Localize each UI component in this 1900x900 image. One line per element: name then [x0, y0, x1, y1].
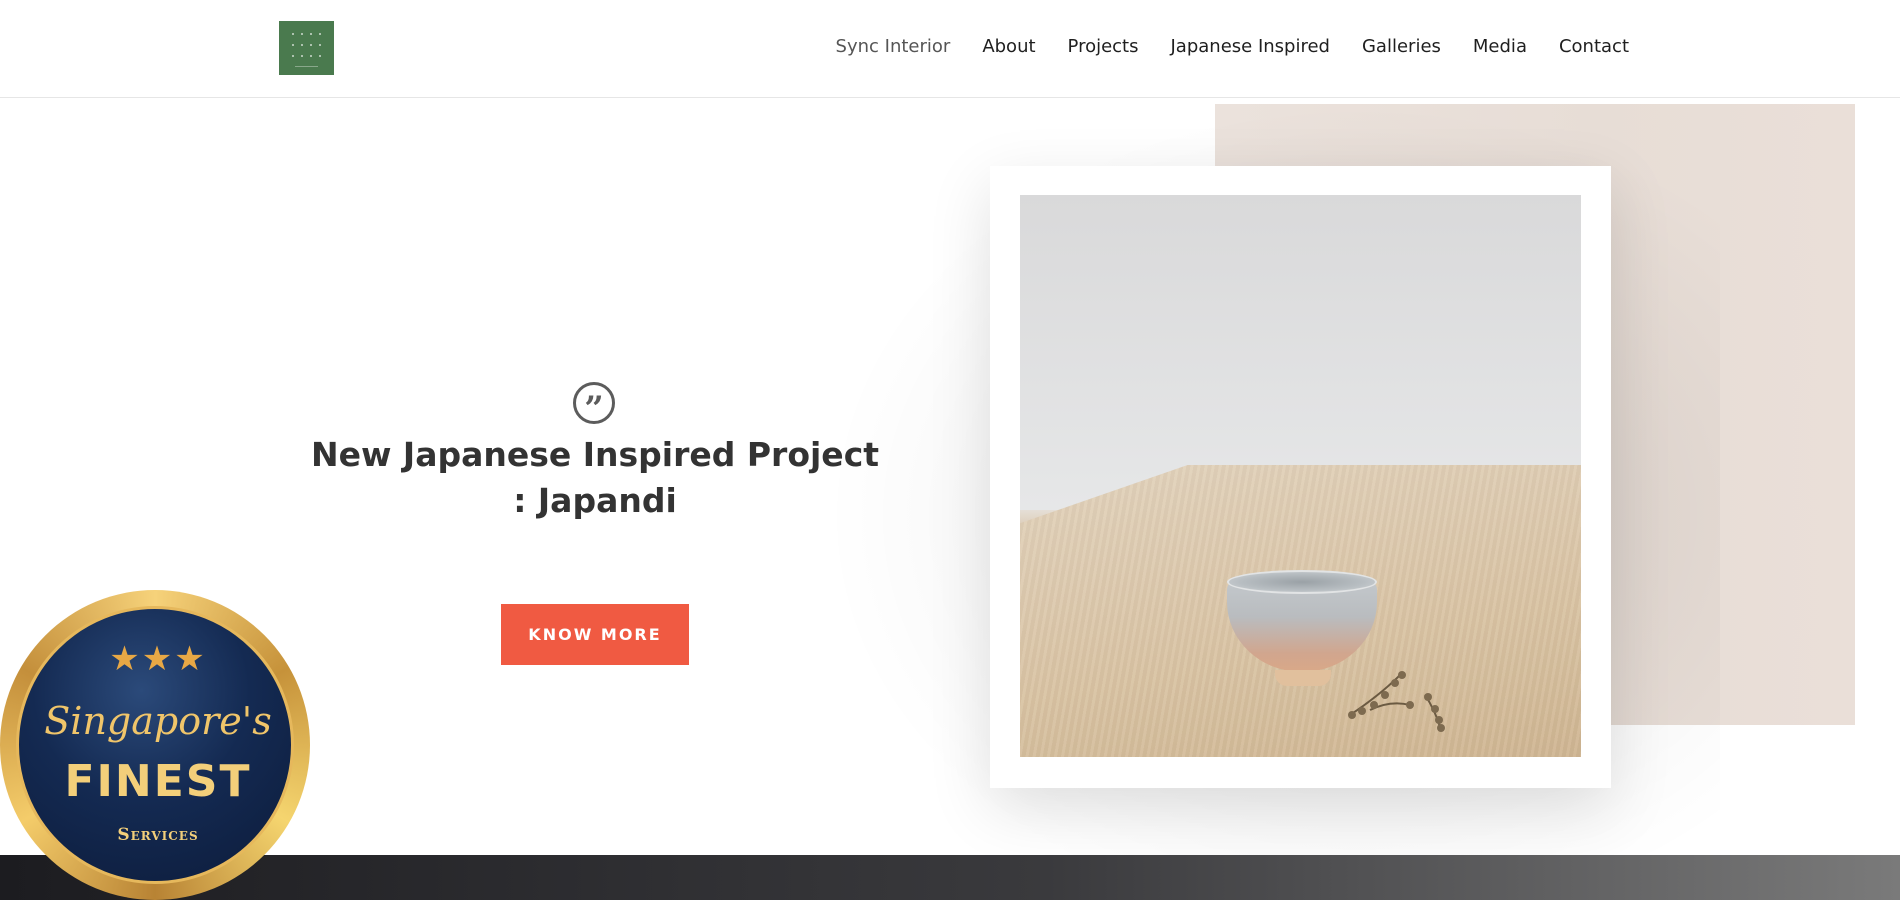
quote-icon: ”	[573, 382, 615, 426]
badge-subline: Services	[117, 825, 199, 845]
know-more-button[interactable]: KNOW MORE	[501, 604, 689, 665]
nav-item-media[interactable]: Media	[1473, 36, 1527, 57]
hero-title: New Japanese Inspired Project : Japandi	[310, 435, 880, 520]
site-header: Sync Interior About Projects Japanese In…	[0, 0, 1900, 98]
badge-script-text: Singapore's	[44, 699, 272, 743]
nav-item-sync-interior[interactable]: Sync Interior	[836, 36, 951, 57]
nav-item-contact[interactable]: Contact	[1559, 36, 1629, 57]
featured-image-frame	[990, 166, 1611, 788]
nav-item-about[interactable]: About	[982, 36, 1035, 57]
featured-image	[1020, 195, 1581, 757]
main-nav: Sync Interior About Projects Japanese In…	[836, 36, 1629, 57]
nav-item-galleries[interactable]: Galleries	[1362, 36, 1441, 57]
singapores-finest-badge[interactable]: ★★★ Singapore's FINEST Services	[0, 590, 310, 900]
nav-item-japanese-inspired[interactable]: Japanese Inspired	[1171, 36, 1330, 57]
nav-item-projects[interactable]: Projects	[1068, 36, 1139, 57]
dried-flowers	[1348, 671, 1445, 732]
star-icons: ★★★	[109, 639, 207, 679]
badge-headline: FINEST	[64, 756, 252, 807]
site-logo[interactable]	[279, 21, 334, 75]
